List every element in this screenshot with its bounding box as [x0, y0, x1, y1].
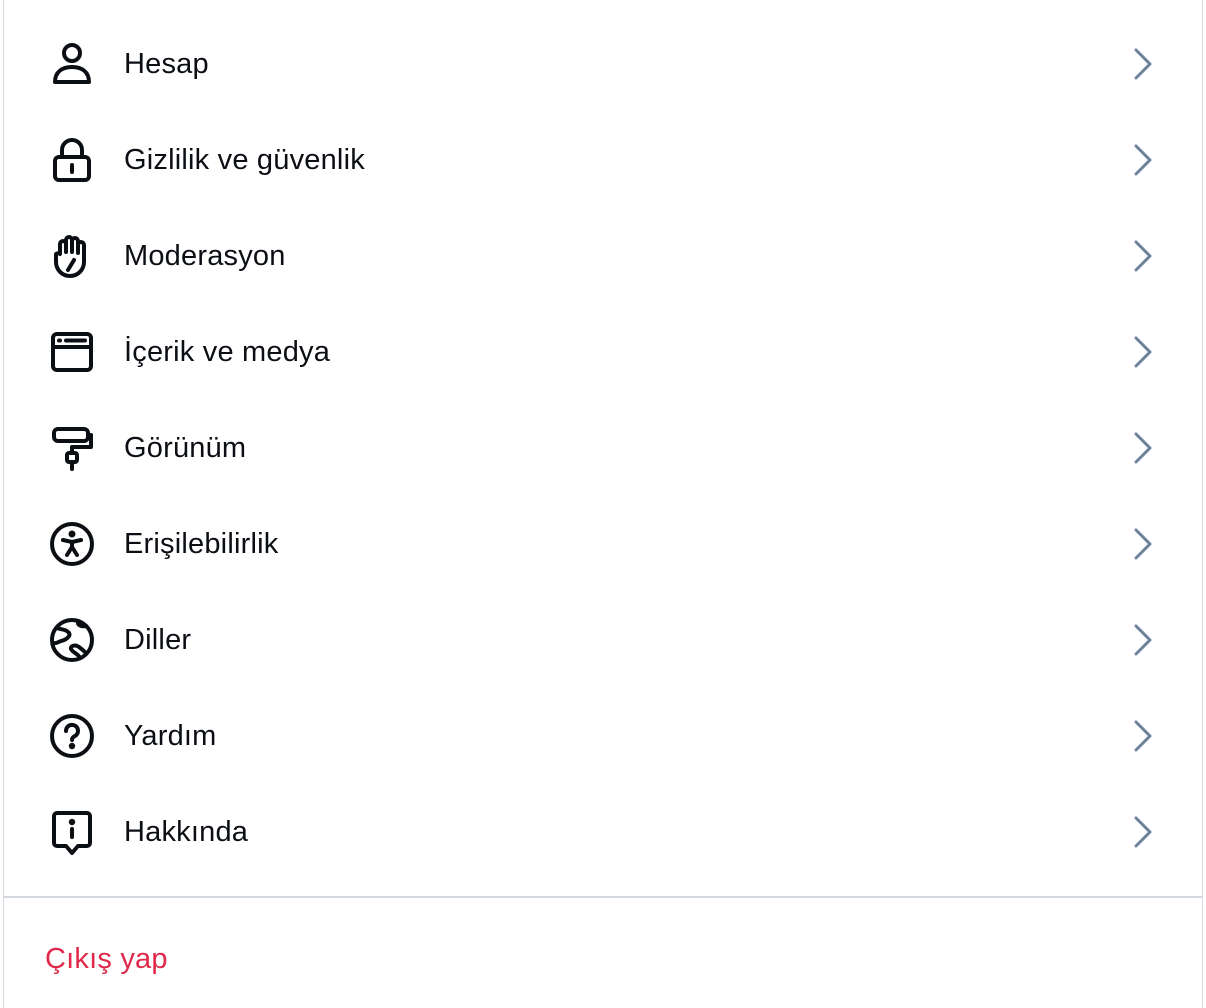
window-icon	[46, 326, 98, 378]
settings-menu: Hesap Gizlilik ve güvenlik Moderasyon İç…	[4, 0, 1202, 880]
chevron-right-icon	[1128, 236, 1156, 276]
chevron-right-icon	[1128, 332, 1156, 372]
lock-icon	[46, 134, 98, 186]
menu-item-yardim[interactable]: Yardım	[4, 688, 1202, 784]
menu-item-label: Hakkında	[124, 815, 249, 848]
menu-item-label: Moderasyon	[124, 239, 286, 272]
menu-item-label: Yardım	[124, 719, 217, 752]
info-bubble-icon	[46, 806, 98, 858]
menu-item-erisilebilirlik[interactable]: Erişilebilirlik	[4, 496, 1202, 592]
accessibility-icon	[46, 518, 98, 570]
chevron-right-icon	[1128, 812, 1156, 852]
chevron-right-icon	[1128, 44, 1156, 84]
chevron-right-icon	[1128, 716, 1156, 756]
menu-item-label: Görünüm	[124, 431, 247, 464]
divider	[4, 896, 1202, 898]
paint-roller-icon	[46, 422, 98, 474]
menu-item-label: Hesap	[124, 47, 209, 80]
chevron-right-icon	[1128, 620, 1156, 660]
menu-item-gorunum[interactable]: Görünüm	[4, 400, 1202, 496]
chevron-right-icon	[1128, 524, 1156, 564]
menu-item-label: Diller	[124, 623, 192, 656]
menu-item-label: Erişilebilirlik	[124, 527, 279, 560]
menu-item-gizlilik[interactable]: Gizlilik ve güvenlik	[4, 112, 1202, 208]
globe-icon	[46, 614, 98, 666]
menu-item-diller[interactable]: Diller	[4, 592, 1202, 688]
menu-item-hesap[interactable]: Hesap	[4, 16, 1202, 112]
signout-button[interactable]: Çıkış yap	[45, 943, 168, 976]
chevron-right-icon	[1128, 140, 1156, 180]
menu-item-label: İçerik ve medya	[124, 335, 331, 368]
person-icon	[46, 38, 98, 90]
menu-item-label: Gizlilik ve güvenlik	[124, 143, 365, 176]
menu-item-icerik[interactable]: İçerik ve medya	[4, 304, 1202, 400]
chevron-right-icon	[1128, 428, 1156, 468]
menu-item-moderasyon[interactable]: Moderasyon	[4, 208, 1202, 304]
menu-item-hakkinda[interactable]: Hakkında	[4, 784, 1202, 880]
question-circle-icon	[46, 710, 98, 762]
raised-hand-icon	[46, 230, 98, 282]
settings-panel: Hesap Gizlilik ve güvenlik Moderasyon İç…	[3, 0, 1203, 1008]
